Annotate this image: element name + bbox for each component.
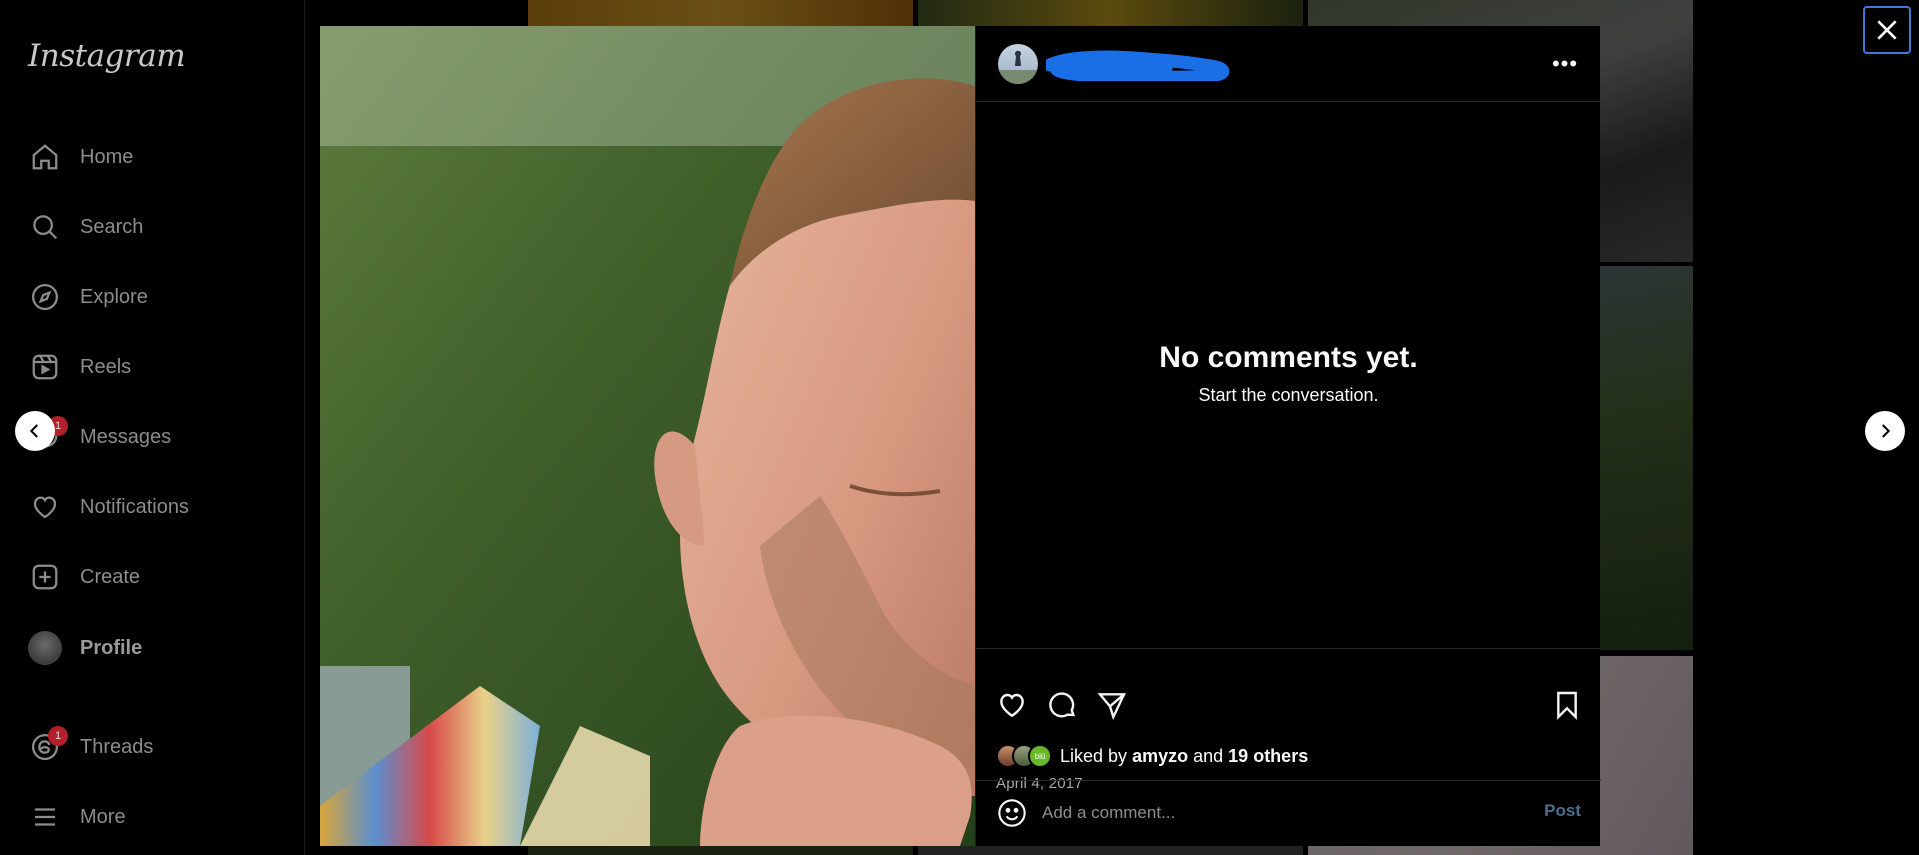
sidebar-item-label: Messages xyxy=(80,425,172,448)
liked-by-user-link[interactable]: amyzo xyxy=(1132,746,1188,766)
liked-by-prefix: Liked by xyxy=(1060,745,1128,766)
menu-icon xyxy=(28,800,62,834)
post-author-avatar[interactable] xyxy=(998,44,1038,84)
post-photo xyxy=(320,26,975,846)
sidebar-item-notifications[interactable]: Notifications xyxy=(28,483,288,531)
liked-by-others-link[interactable]: 19 others xyxy=(1228,746,1308,766)
chevron-right-icon xyxy=(1882,424,1891,438)
next-post-button[interactable] xyxy=(1865,411,1905,451)
more-options-icon[interactable]: ••• xyxy=(1549,48,1581,80)
comment-composer: Post xyxy=(976,780,1601,846)
sidebar-item-label: Home xyxy=(80,145,134,168)
emoji-icon[interactable] xyxy=(996,797,1028,829)
sidebar-item-label: Search xyxy=(80,215,144,238)
liked-by-connector: and xyxy=(1193,745,1224,766)
sidebar-item-reels[interactable]: Reels xyxy=(28,343,288,391)
sidebar-item-label: Create xyxy=(80,565,141,588)
close-icon xyxy=(1877,20,1897,40)
comment-icon[interactable] xyxy=(1046,689,1078,721)
profile-avatar xyxy=(28,631,62,665)
sidebar-item-threads[interactable]: 1 Threads xyxy=(28,723,288,771)
bookmark-icon[interactable] xyxy=(1551,689,1583,721)
sidebar-item-explore[interactable]: Explore xyxy=(28,273,288,321)
empty-subtitle: Start the conversation. xyxy=(1198,385,1379,405)
post-comment-button[interactable]: Post xyxy=(1544,801,1581,821)
instagram-logo[interactable]: Instagram xyxy=(28,38,186,74)
post-modal: ••• No comments yet. Start the conversat… xyxy=(320,26,1601,846)
avatar xyxy=(28,631,62,665)
likes-summary[interactable]: blü Liked by amyzo and 19 others xyxy=(996,742,1308,770)
plus-square-icon xyxy=(28,560,62,594)
search-icon xyxy=(28,210,62,244)
sidebar-item-search[interactable]: Search xyxy=(28,203,288,251)
reels-icon xyxy=(28,350,62,384)
compass-icon xyxy=(28,280,62,314)
comment-input[interactable] xyxy=(1042,797,1482,829)
sidebar-item-label: Notifications xyxy=(80,495,189,518)
sidebar-item-label: Threads xyxy=(80,735,154,758)
sidebar-item-home[interactable]: Home xyxy=(28,133,288,181)
share-send-icon[interactable] xyxy=(1096,689,1128,721)
post-side-panel: ••• No comments yet. Start the conversat… xyxy=(975,26,1601,846)
redacted-username xyxy=(1046,50,1230,81)
sidebar-item-label: More xyxy=(80,805,126,828)
sidebar-item-label: Explore xyxy=(80,285,148,308)
sidebar-item-more[interactable]: More xyxy=(28,793,288,841)
app-root: Instagram Home Search Explore Reels 1 Me… xyxy=(0,0,1919,855)
post-header: ••• xyxy=(976,26,1601,102)
chevron-left-icon xyxy=(29,424,38,438)
close-modal-button[interactable] xyxy=(1863,6,1911,54)
liker-avatar-blu: blü xyxy=(1028,744,1052,768)
liked-by-text: Liked by amyzo and 19 others xyxy=(1060,746,1308,767)
threads-badge: 1 xyxy=(48,726,68,746)
empty-title: No comments yet. xyxy=(1159,341,1418,374)
sidebar-item-profile[interactable]: Profile xyxy=(28,624,288,672)
sidebar-item-messages[interactable]: 1 Messages xyxy=(28,413,288,461)
sidebar-item-create[interactable]: Create xyxy=(28,553,288,601)
sidebar-item-label: Reels xyxy=(80,355,132,378)
sidebar-item-label: Profile xyxy=(80,636,143,659)
comments-empty-state: No comments yet. Start the conversation. xyxy=(976,341,1601,406)
home-icon xyxy=(28,140,62,174)
like-heart-icon[interactable] xyxy=(996,689,1028,721)
previous-post-button[interactable] xyxy=(15,411,55,451)
heart-icon xyxy=(28,490,62,524)
threads-icon: 1 xyxy=(28,726,68,764)
